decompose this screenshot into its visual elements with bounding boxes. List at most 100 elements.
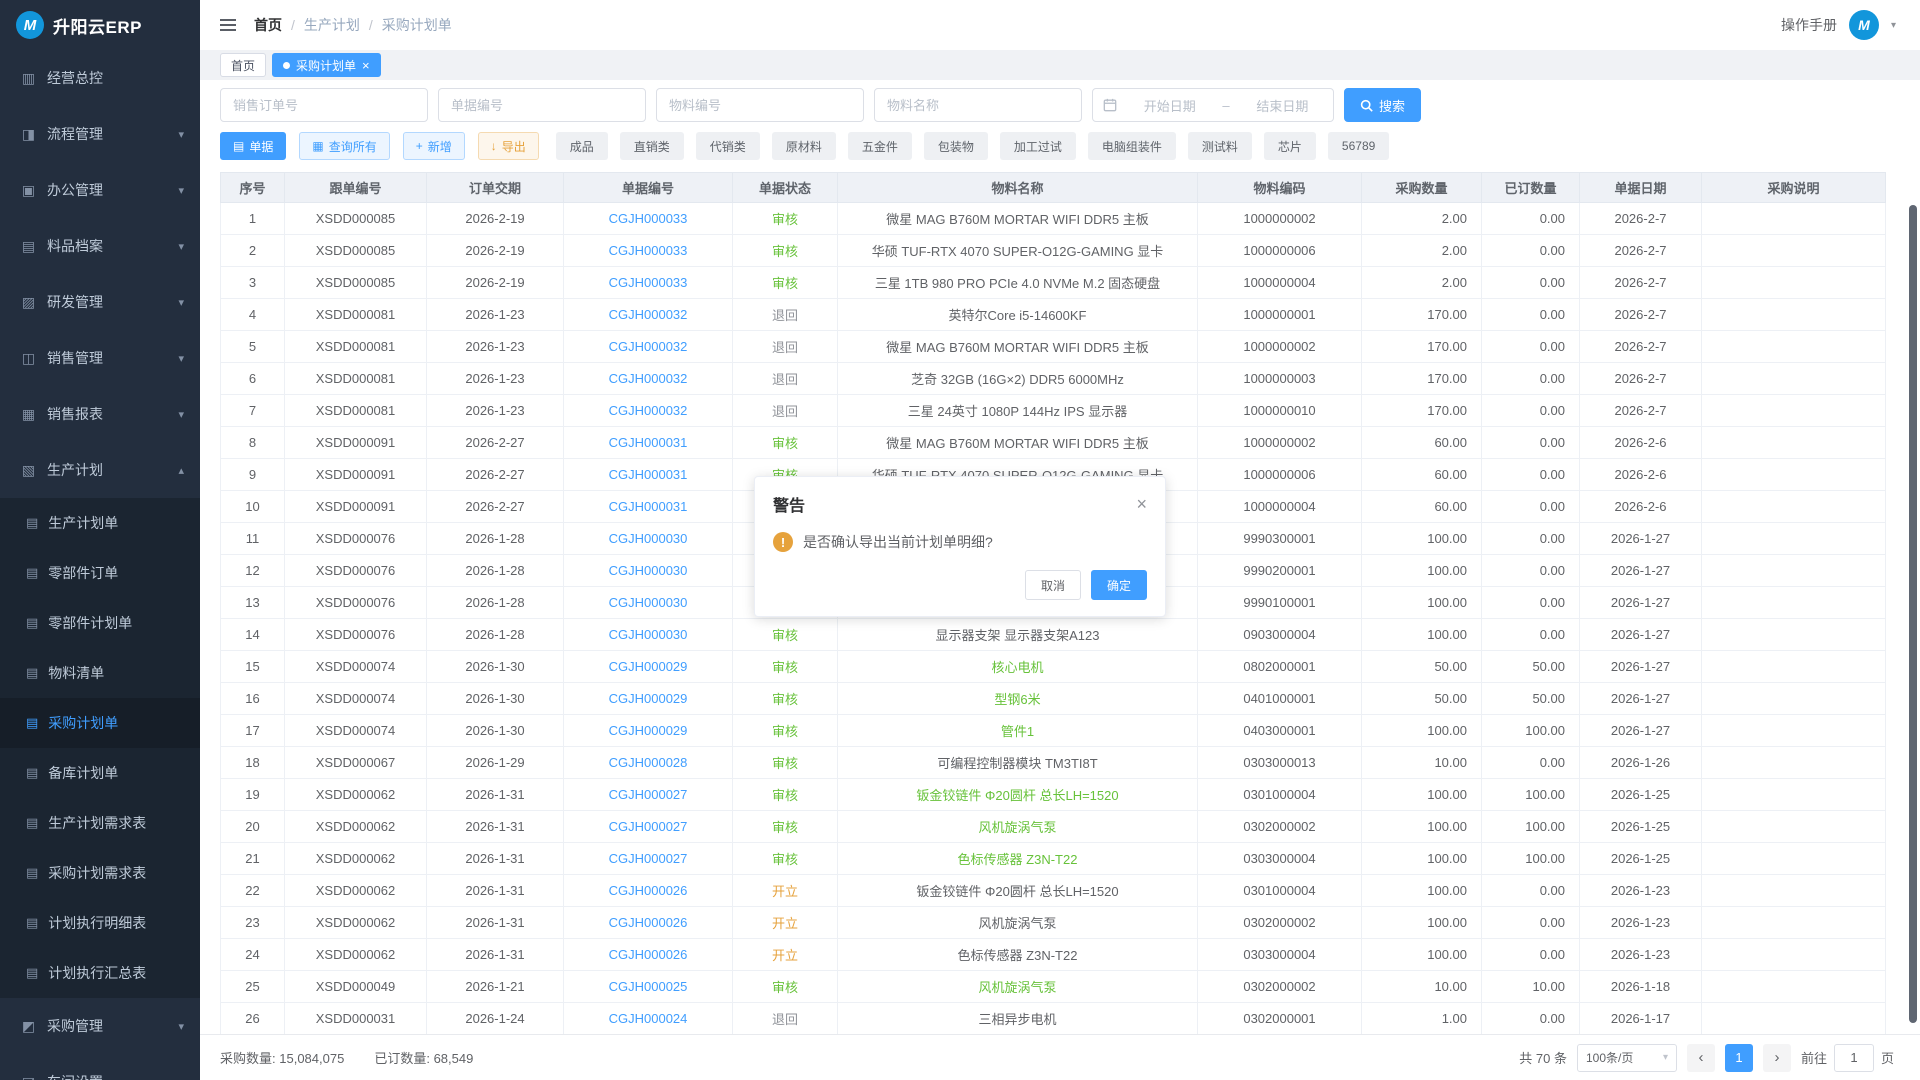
sidebar-subitem[interactable]: ▤零部件订单 — [0, 548, 200, 598]
table-row: 15XSDD0000742026-1-30CGJH000029审核核心电机080… — [221, 651, 1886, 683]
doc-link[interactable]: CGJH000030 — [564, 555, 733, 587]
cell-order-no: XSDD000062 — [285, 811, 427, 843]
category-chip[interactable]: 56789 — [1328, 132, 1389, 160]
sidebar-item[interactable]: ◩采购管理▾ — [0, 998, 200, 1054]
date-range-picker[interactable]: 开始日期 – 结束日期 — [1092, 88, 1334, 122]
cell-ordered-qty: 0.00 — [1482, 907, 1580, 939]
sidebar-subitem[interactable]: ▤生产计划需求表 — [0, 798, 200, 848]
doc-link[interactable]: CGJH000027 — [564, 779, 733, 811]
material-name-input[interactable] — [874, 88, 1082, 122]
doc-link[interactable]: CGJH000033 — [564, 235, 733, 267]
page-size-select[interactable]: 100条/页 ▾ — [1577, 1044, 1677, 1072]
sidebar-item[interactable]: ▤料品档案▾ — [0, 218, 200, 274]
sidebar-item[interactable]: ▦销售报表▾ — [0, 386, 200, 442]
sidebar-collapse-icon[interactable] — [220, 19, 236, 31]
doc-link[interactable]: CGJH000029 — [564, 651, 733, 683]
doc-link[interactable]: CGJH000032 — [564, 299, 733, 331]
sidebar-subitem[interactable]: ▤零部件计划单 — [0, 598, 200, 648]
help-link[interactable]: 操作手册 — [1781, 15, 1837, 35]
doc-link[interactable]: CGJH000027 — [564, 843, 733, 875]
doc-link[interactable]: CGJH000031 — [564, 459, 733, 491]
sidebar-item[interactable]: ▧生产计划▴ — [0, 442, 200, 498]
add-button[interactable]: + 新增 — [403, 132, 465, 160]
doc-link[interactable]: CGJH000032 — [564, 331, 733, 363]
category-chip[interactable]: 包装物 — [924, 132, 988, 160]
breadcrumb-home[interactable]: 首页 — [254, 15, 282, 35]
next-page-button[interactable]: › — [1763, 1044, 1791, 1072]
cell-due-date: 2026-1-30 — [427, 715, 564, 747]
material-code-input[interactable] — [656, 88, 864, 122]
doc-link[interactable]: CGJH000025 — [564, 971, 733, 1003]
sidebar-item[interactable]: ▨研发管理▾ — [0, 274, 200, 330]
doc-link[interactable]: CGJH000030 — [564, 523, 733, 555]
prev-page-button[interactable]: ‹ — [1687, 1044, 1715, 1072]
doc-link[interactable]: CGJH000032 — [564, 395, 733, 427]
cell-due-date: 2026-1-21 — [427, 971, 564, 1003]
doc-no-input[interactable] — [438, 88, 646, 122]
doc-link[interactable]: CGJH000031 — [564, 491, 733, 523]
doc-link[interactable]: CGJH000026 — [564, 939, 733, 971]
cell-purchase-qty: 100.00 — [1362, 587, 1482, 619]
sidebar-item[interactable]: ▣办公管理▾ — [0, 162, 200, 218]
sidebar-item[interactable]: ▥经营总控 — [0, 50, 200, 106]
sales-order-input[interactable] — [220, 88, 428, 122]
category-chip[interactable]: 成品 — [556, 132, 608, 160]
table-header-row: 序号跟单编号订单交期单据编号单据状态物料名称物料编码采购数量已订数量单据日期采购… — [221, 173, 1886, 203]
sidebar-subitem[interactable]: ▤采购计划单 — [0, 698, 200, 748]
category-chip[interactable]: 加工过试 — [1000, 132, 1076, 160]
sidebar-subitem[interactable]: ▤物料清单 — [0, 648, 200, 698]
document-button[interactable]: ▤ 单据 — [220, 132, 286, 160]
user-menu-caret-icon[interactable]: ▾ — [1891, 20, 1896, 31]
tab-home[interactable]: 首页 — [220, 53, 266, 77]
category-chip[interactable]: 芯片 — [1264, 132, 1316, 160]
category-chip[interactable]: 电脑组装件 — [1088, 132, 1176, 160]
total-count: 共 70 条 — [1519, 1048, 1567, 1067]
goto-page-input[interactable] — [1834, 1044, 1874, 1072]
sidebar-item[interactable]: ◫销售管理▾ — [0, 330, 200, 386]
doc-link[interactable]: CGJH000030 — [564, 619, 733, 651]
doc-link[interactable]: CGJH000027 — [564, 811, 733, 843]
cell-note — [1702, 203, 1886, 235]
category-chip[interactable]: 原材料 — [772, 132, 836, 160]
category-chip[interactable]: 测试料 — [1188, 132, 1252, 160]
search-button[interactable]: 搜索 — [1344, 88, 1421, 122]
dialog-close-icon[interactable]: × — [1136, 495, 1147, 513]
doc-link[interactable]: CGJH000030 — [564, 587, 733, 619]
doc-link[interactable]: CGJH000033 — [564, 267, 733, 299]
sidebar-subitem[interactable]: ▤生产计划单 — [0, 498, 200, 548]
category-chip[interactable]: 代销类 — [696, 132, 760, 160]
doc-link[interactable]: CGJH000026 — [564, 907, 733, 939]
vertical-scrollbar[interactable] — [1909, 205, 1917, 1023]
column-header: 采购说明 — [1702, 173, 1886, 203]
doc-link[interactable]: CGJH000024 — [564, 1003, 733, 1035]
cell-order-no: XSDD000076 — [285, 619, 427, 651]
sidebar-subitem[interactable]: ▤计划执行明细表 — [0, 898, 200, 948]
tab-purchase-plan[interactable]: 采购计划单 × — [272, 53, 381, 77]
confirm-button[interactable]: 确定 — [1091, 570, 1147, 600]
table-row: 23XSDD0000622026-1-31CGJH000026开立风机旋涡气泵0… — [221, 907, 1886, 939]
export-button[interactable]: ↓ 导出 — [478, 132, 539, 160]
query-all-button[interactable]: ▦ 查询所有 — [299, 132, 389, 160]
doc-link[interactable]: CGJH000028 — [564, 747, 733, 779]
sidebar-subitem[interactable]: ▤计划执行汇总表 — [0, 948, 200, 998]
doc-link[interactable]: CGJH000032 — [564, 363, 733, 395]
sidebar-item[interactable]: ◨流程管理▾ — [0, 106, 200, 162]
breadcrumb-production-plan[interactable]: 生产计划 — [304, 15, 360, 35]
category-chip[interactable]: 直销类 — [620, 132, 684, 160]
current-page-button[interactable]: 1 — [1725, 1044, 1753, 1072]
category-chip[interactable]: 五金件 — [848, 132, 912, 160]
doc-link[interactable]: CGJH000029 — [564, 715, 733, 747]
scrollbar-thumb[interactable] — [1909, 205, 1917, 1023]
sidebar-item[interactable]: ◪车间设置▾ — [0, 1054, 200, 1080]
doc-link[interactable]: CGJH000033 — [564, 203, 733, 235]
doc-link[interactable]: CGJH000031 — [564, 427, 733, 459]
sidebar-subitem[interactable]: ▤备库计划单 — [0, 748, 200, 798]
doc-link[interactable]: CGJH000026 — [564, 875, 733, 907]
cancel-button[interactable]: 取消 — [1025, 570, 1081, 600]
tab-close-icon[interactable]: × — [362, 59, 370, 72]
cell-ordered-qty: 0.00 — [1482, 523, 1580, 555]
doc-link[interactable]: CGJH000029 — [564, 683, 733, 715]
avatar[interactable]: M — [1849, 10, 1879, 40]
sidebar-subitem[interactable]: ▤采购计划需求表 — [0, 848, 200, 898]
cell-ordered-qty: 0.00 — [1482, 299, 1580, 331]
